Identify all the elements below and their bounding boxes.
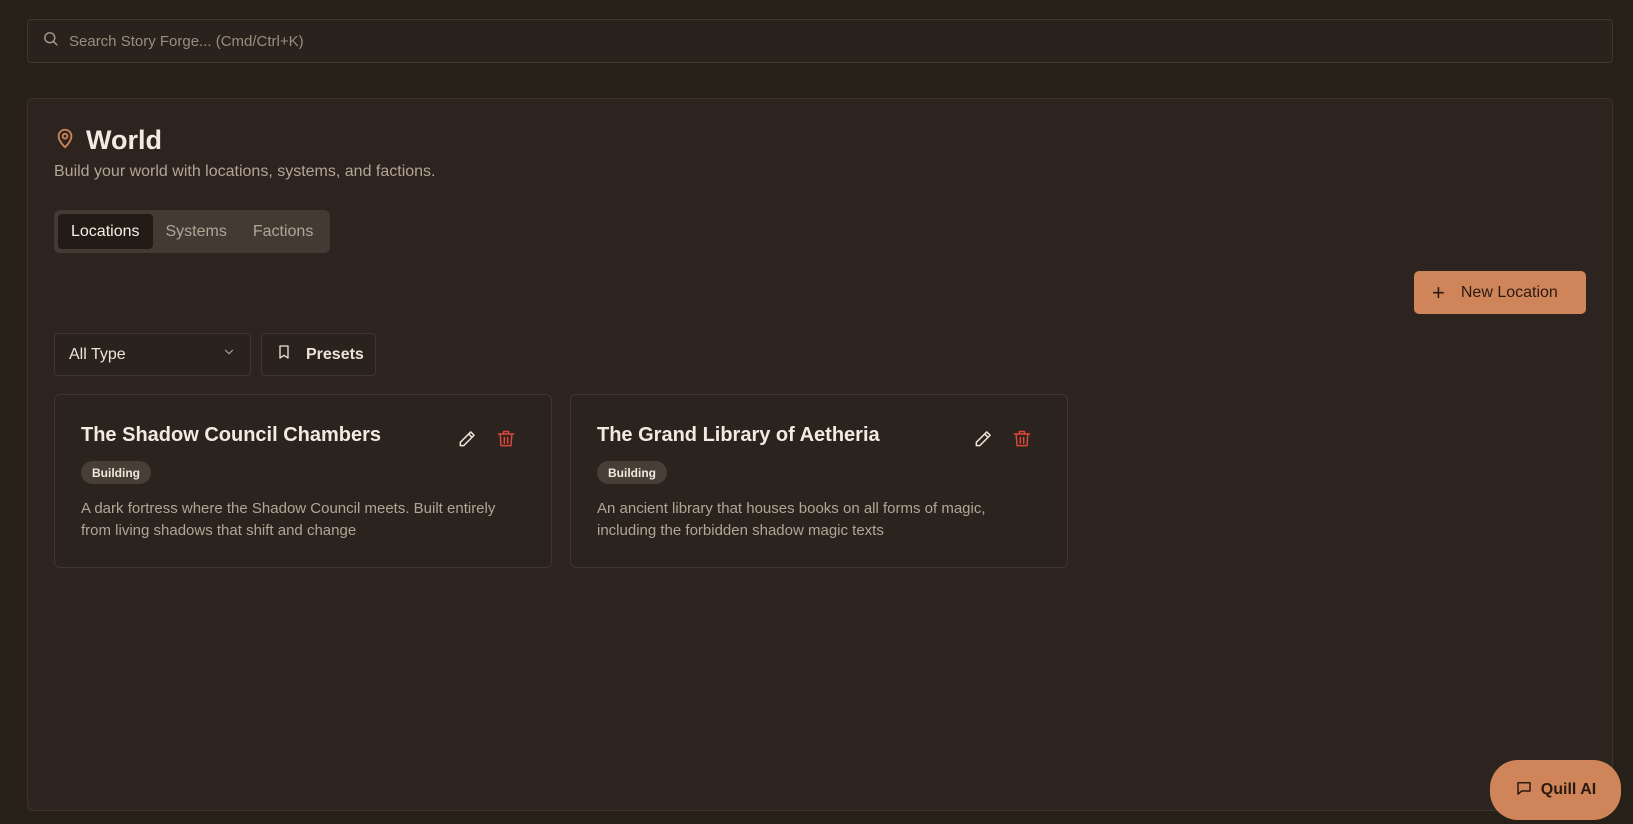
page-subtitle: Build your world with locations, systems… bbox=[54, 163, 436, 180]
search-input[interactable] bbox=[69, 32, 1612, 50]
card-description: A dark fortress where the Shadow Council… bbox=[81, 500, 496, 539]
edit-button[interactable] bbox=[973, 429, 995, 451]
presets-label: Presets bbox=[306, 345, 364, 363]
edit-button[interactable] bbox=[457, 429, 479, 451]
chevron-down-icon bbox=[222, 345, 236, 364]
map-pin-icon bbox=[54, 127, 76, 154]
type-filter-select[interactable]: All Type bbox=[54, 333, 251, 376]
card-description: An ancient library that houses books on … bbox=[597, 500, 986, 539]
page-title: World bbox=[86, 125, 162, 155]
delete-button[interactable] bbox=[1012, 429, 1034, 451]
presets-button[interactable]: Presets bbox=[261, 333, 376, 376]
location-card[interactable]: The Shadow Council Chambers Building A d… bbox=[54, 394, 552, 568]
world-panel: World Build your world with locations, s… bbox=[27, 98, 1613, 811]
location-card[interactable]: The Grand Library of Aetheria Building A… bbox=[570, 394, 1068, 568]
delete-button[interactable] bbox=[496, 429, 518, 451]
new-location-label: New Location bbox=[1460, 283, 1558, 301]
trash-icon bbox=[1012, 430, 1032, 453]
card-title: The Grand Library of Aetheria bbox=[597, 424, 880, 446]
card-title: The Shadow Council Chambers bbox=[81, 424, 382, 446]
tab-systems[interactable]: Systems bbox=[153, 214, 240, 249]
chat-icon bbox=[1515, 779, 1541, 802]
quill-ai-label: Quill AI bbox=[1540, 781, 1597, 798]
quill-ai-button[interactable]: Quill AI bbox=[1490, 760, 1621, 820]
plus-icon: + bbox=[1432, 279, 1445, 305]
pencil-icon bbox=[457, 431, 477, 453]
type-badge: Building bbox=[597, 461, 667, 484]
pencil-icon bbox=[973, 431, 993, 453]
new-location-button[interactable]: + New Location bbox=[1414, 271, 1586, 314]
tab-factions[interactable]: Factions bbox=[240, 214, 326, 249]
search-bar[interactable] bbox=[27, 19, 1613, 63]
bookmark-icon bbox=[276, 344, 306, 365]
page-header: World bbox=[54, 125, 162, 156]
tab-locations[interactable]: Locations bbox=[58, 214, 153, 249]
world-tabs: Locations Systems Factions bbox=[54, 210, 331, 253]
trash-icon bbox=[496, 430, 516, 453]
type-badge: Building bbox=[81, 461, 151, 484]
type-filter-value: All Type bbox=[69, 345, 126, 363]
search-icon bbox=[42, 30, 59, 52]
